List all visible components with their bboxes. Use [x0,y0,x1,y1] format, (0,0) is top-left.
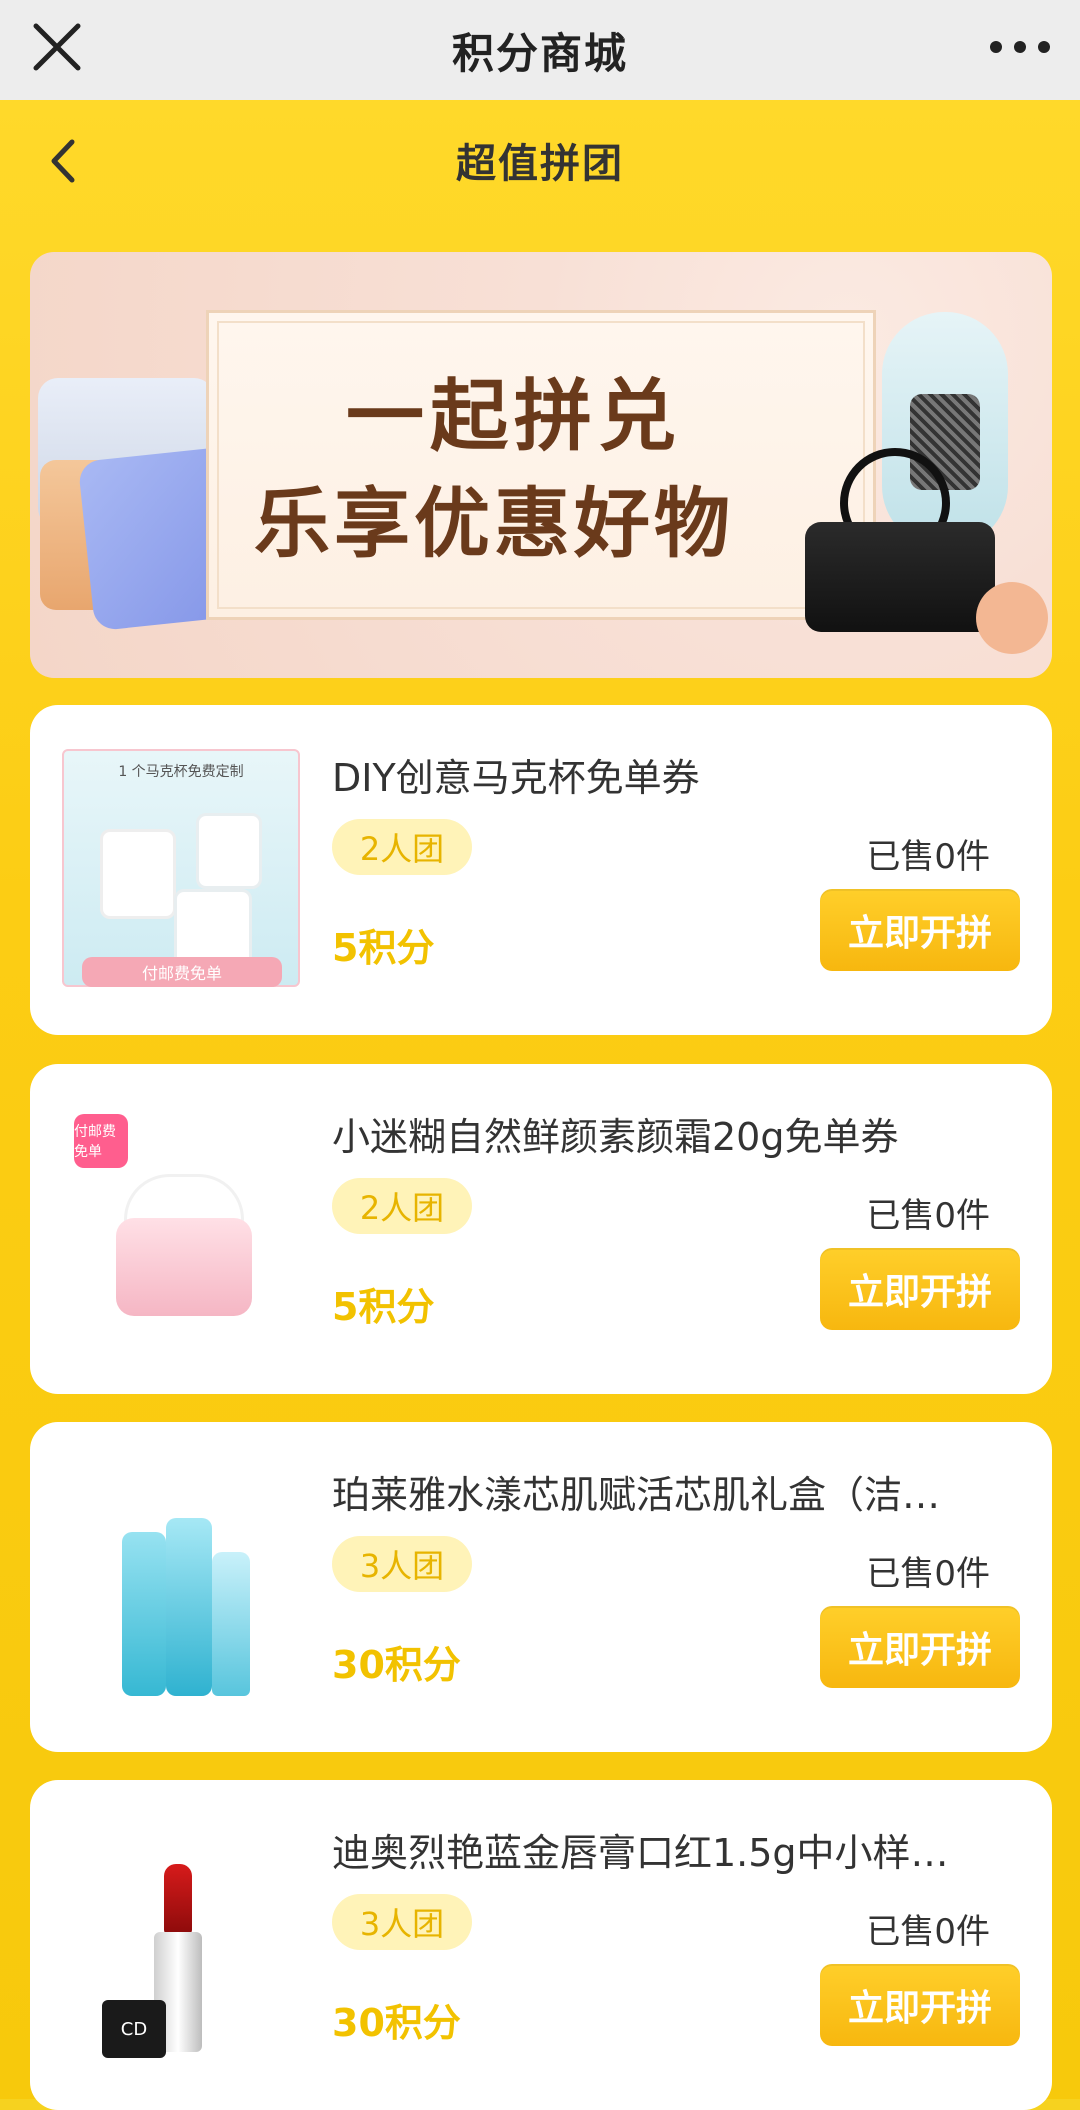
product-name[interactable]: 迪奥烈艳蓝金唇膏口红1.5g中小样… [332,1822,1022,1877]
promo-banner[interactable]: 一起拼兑 乐享优惠好物 [30,252,1052,678]
product-card[interactable]: 珀莱雅水漾芯肌赋活芯肌礼盒（洁… 3人团 已售0件 30积分 立即开拼 [30,1422,1052,1752]
sold-count: 已售0件 [866,1912,990,1952]
product-image-lipstick[interactable]: CD [62,1824,300,2062]
dot [990,41,1002,53]
sold-count: 已售0件 [866,1196,990,1236]
points-price: 5积分 [332,926,435,970]
product-card[interactable]: CD 迪奥烈艳蓝金唇膏口红1.5g中小样… 3人团 已售0件 30积分 立即开拼 [30,1780,1052,2110]
product-image-mug[interactable]: 1 个马克杯免费定制 付邮费免单 [62,749,300,987]
mug-shape [100,829,176,919]
dot [1038,41,1050,53]
image-caption: 1 个马克杯免费定制 [118,764,244,780]
sold-count: 已售0件 [866,1554,990,1594]
start-group-button[interactable]: 立即开拼 [820,1606,1020,1688]
product-card[interactable]: 1 个马克杯免费定制 付邮费免单 DIY创意马克杯免单券 2人团 已售0件 5积… [30,705,1052,1035]
image-ribbon: 付邮费免单 [82,957,282,987]
lipstick-tip-shape [164,1864,192,1934]
bottle-shape [212,1552,250,1696]
points-price: 5积分 [332,1285,435,1329]
mug-shape [196,813,262,889]
jar-shape [116,1218,252,1316]
close-icon[interactable] [30,20,84,74]
product-name[interactable]: 小迷糊自然鲜颜素颜霜20g免单券 [332,1106,1022,1161]
more-options-icon[interactable] [990,22,1050,72]
start-group-button[interactable]: 立即开拼 [820,1248,1020,1330]
lipstick-cap-logo: CD [102,2000,166,2058]
start-group-button[interactable]: 立即开拼 [820,889,1020,971]
back-arrow-icon[interactable] [44,136,84,186]
page-header: 超值拼团 [0,100,1080,220]
group-size-badge: 3人团 [332,1536,472,1592]
points-price: 30积分 [332,2001,461,2045]
bottle-shape [122,1532,166,1696]
banner-bag-image [805,522,995,632]
bottle-shape [166,1518,212,1696]
product-image-skincare-set[interactable] [62,1466,300,1704]
start-group-button[interactable]: 立即开拼 [820,1964,1020,2046]
points-price: 30积分 [332,1643,461,1687]
page-title: 超值拼团 [456,141,624,187]
image-stamp: 付邮费免单 [74,1114,128,1168]
sold-count: 已售0件 [866,837,990,877]
group-size-badge: 2人团 [332,1178,472,1234]
banner-headline: 一起拼兑 [346,372,683,462]
group-size-badge: 2人团 [332,819,472,875]
banner-subheadline: 乐享优惠好物 [254,479,734,568]
group-size-badge: 3人团 [332,1894,472,1950]
banner-ball-image [976,582,1048,654]
product-card[interactable]: 付邮费免单 小迷糊自然鲜颜素颜霜20g免单券 2人团 已售0件 5积分 立即开拼 [30,1064,1052,1394]
dot [1014,41,1026,53]
top-bar: 积分商城 [0,0,1080,100]
product-name[interactable]: DIY创意马克杯免单券 [332,747,1022,802]
product-image-cream[interactable]: 付邮费免单 [62,1108,300,1346]
app-title: 积分商城 [451,28,628,78]
product-name[interactable]: 珀莱雅水漾芯肌赋活芯肌礼盒（洁… [332,1464,1022,1519]
